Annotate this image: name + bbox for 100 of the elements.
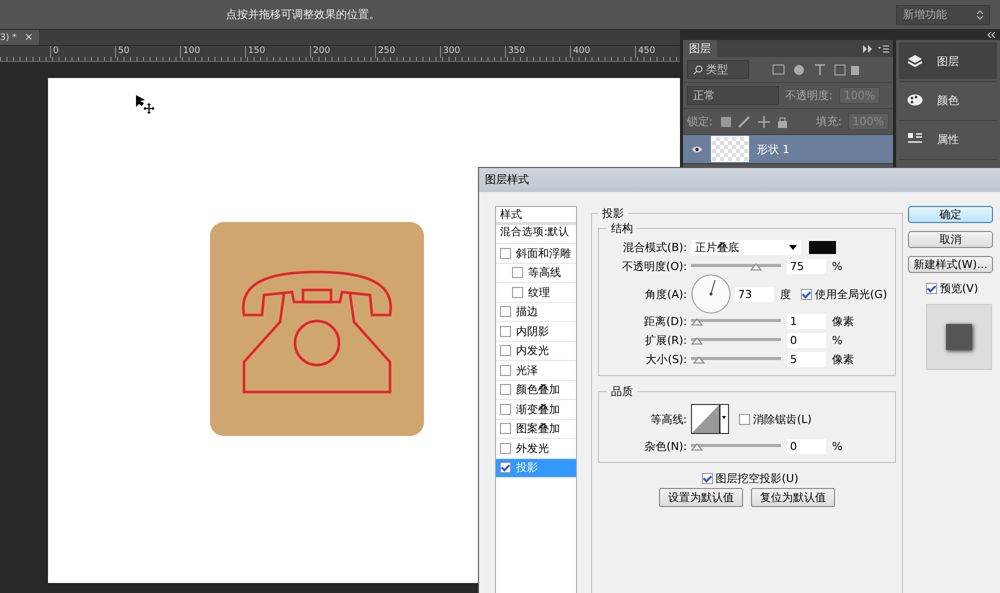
checkbox[interactable] <box>926 283 937 294</box>
checkbox[interactable] <box>500 248 511 259</box>
field-label: 扩展(R): <box>644 333 687 348</box>
style-item[interactable]: 图案叠加 <box>496 420 576 439</box>
slider-thumb[interactable] <box>750 263 762 271</box>
field-label: 杂色(N): <box>643 439 687 454</box>
input-field[interactable]: 75 <box>787 259 826 274</box>
group-title: 品质 <box>610 384 634 399</box>
checkbox[interactable] <box>500 364 511 376</box>
group-title: 结构 <box>610 221 634 236</box>
dock-item[interactable]: 图层 <box>899 42 997 79</box>
search-icon <box>693 64 703 74</box>
checkbox[interactable] <box>500 306 511 318</box>
layer-row[interactable]: 形状 1 <box>683 135 893 164</box>
workspace-dropdown[interactable]: 新增功能 <box>896 4 990 24</box>
style-item[interactable]: 内发光 <box>496 342 576 361</box>
input-field[interactable]: 5 <box>787 352 826 367</box>
lock-icons[interactable] <box>718 114 789 128</box>
dialog-button[interactable]: 取消 <box>908 231 993 248</box>
unit-label: % <box>832 260 842 273</box>
slider-thumb[interactable] <box>691 337 703 345</box>
unit-label: 像素 <box>832 352 854 367</box>
field-label: 大小(S): <box>644 352 687 367</box>
checkbox[interactable] <box>500 462 511 474</box>
checkbox[interactable] <box>512 267 523 278</box>
filter-icons[interactable] <box>771 62 861 76</box>
default-button[interactable]: 复位为默认值 <box>751 488 836 507</box>
styles-header[interactable]: 样式 <box>496 207 576 225</box>
layers-tab[interactable]: 图层 <box>683 40 717 57</box>
input-field[interactable]: 0 <box>787 333 826 348</box>
checkbox[interactable] <box>739 414 750 424</box>
dock-item[interactable]: 属性 <box>899 120 997 157</box>
checkbox[interactable] <box>500 384 511 396</box>
unit-label: % <box>832 440 842 453</box>
document-tab[interactable]: 3) * × <box>0 30 39 45</box>
style-item[interactable]: 光泽 <box>496 361 576 380</box>
checkbox-label[interactable]: 消除锯齿(L) <box>739 412 812 426</box>
color-swatch[interactable] <box>809 241 836 254</box>
style-item[interactable]: 等高线 <box>496 264 576 283</box>
default-button[interactable]: 设置为默认值 <box>659 488 744 507</box>
checkbox[interactable] <box>801 288 812 300</box>
dialog-button[interactable]: 确定 <box>908 206 993 223</box>
caret-icon <box>789 245 797 250</box>
blend-mode-dropdown[interactable]: 正常 <box>687 86 779 105</box>
ruler-label: 250 <box>375 46 440 58</box>
slider-thumb[interactable] <box>691 443 703 451</box>
checkbox[interactable] <box>500 442 511 454</box>
style-item[interactable]: 斜面和浮雕 <box>496 244 576 264</box>
layer-thumbnail <box>711 136 749 162</box>
input-field[interactable]: 1 <box>787 314 826 329</box>
close-icon[interactable]: × <box>24 32 33 43</box>
style-item[interactable]: 渐变叠加 <box>496 400 576 420</box>
checkbox-label[interactable]: 预览(V) <box>926 281 978 296</box>
checkbox-label[interactable]: 图层挖空投影(U) <box>702 471 798 486</box>
layers-icon <box>907 54 923 68</box>
angle-dial[interactable] <box>691 274 731 314</box>
field-label: 等高线: <box>649 412 687 426</box>
collapse-icon[interactable] <box>987 32 995 38</box>
palette-icon <box>907 93 923 107</box>
checkbox-label[interactable]: 使用全局光(G) <box>801 286 888 302</box>
ruler-label: 200 <box>310 46 375 58</box>
contour-picker[interactable] <box>691 404 729 434</box>
unit-label: 度 <box>780 286 791 302</box>
blend-options-item[interactable]: 混合选项:默认 <box>496 225 576 244</box>
eye-icon[interactable] <box>691 144 703 154</box>
opacity-label: 不透明度: <box>785 88 833 103</box>
input-field[interactable]: 73 <box>735 286 774 302</box>
unit-label: 像素 <box>832 314 854 329</box>
blend-mode-dropdown[interactable]: 正片叠底 <box>691 240 801 255</box>
checkbox[interactable] <box>500 404 511 415</box>
layer-name: 形状 1 <box>757 142 790 156</box>
section-title: 投影 <box>601 206 625 221</box>
checkbox[interactable] <box>500 423 511 434</box>
unit-label: % <box>832 334 842 347</box>
ruler-label: 300 <box>440 46 505 58</box>
style-item[interactable]: 内阴影 <box>496 322 576 342</box>
dock-item[interactable]: 颜色 <box>899 81 997 118</box>
ruler-label: 50 <box>115 46 180 58</box>
ruler-label: 100 <box>180 46 245 58</box>
filter-dropdown[interactable]: 类型 <box>687 60 749 79</box>
dialog-title: 图层样式 <box>479 168 1000 192</box>
lock-label: 锁定: <box>687 114 713 129</box>
style-item[interactable]: 描边 <box>496 302 576 322</box>
hint-text: 点按并拖移可调整效果的位置。 <box>226 7 380 22</box>
style-item[interactable]: 纹理 <box>496 283 576 302</box>
style-item[interactable]: 颜色叠加 <box>496 380 576 400</box>
slider-thumb[interactable] <box>693 356 706 364</box>
checkbox[interactable] <box>500 326 511 337</box>
dialog-button[interactable]: 新建样式(W)... <box>908 256 993 273</box>
ruler-label: 350 <box>505 46 570 58</box>
ruler-label: 400 <box>570 46 635 58</box>
panel-menu-icon[interactable] <box>863 45 889 53</box>
checkbox[interactable] <box>512 286 523 298</box>
slider-thumb[interactable] <box>691 318 703 326</box>
properties-icon <box>907 132 923 146</box>
ruler-label: 150 <box>245 46 310 58</box>
checkbox[interactable] <box>702 473 713 484</box>
checkbox[interactable] <box>500 345 511 356</box>
input-field[interactable]: 0 <box>787 439 826 454</box>
ruler-label: 0 <box>50 46 115 58</box>
